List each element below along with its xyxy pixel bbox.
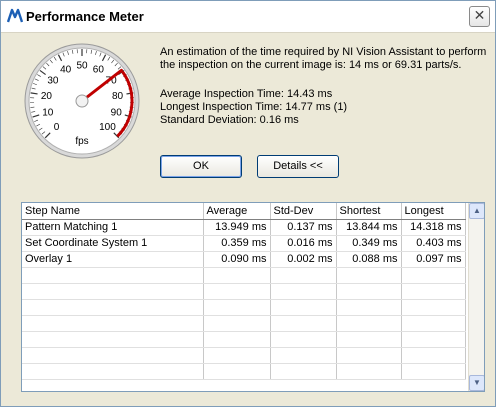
table-cell-empty	[401, 299, 466, 316]
table-cell: 0.090 ms	[203, 251, 271, 268]
ni-logo-icon	[7, 8, 23, 23]
ok-button[interactable]: OK	[160, 155, 242, 178]
table-row[interactable]: Set Coordinate System 1 0.359 ms 0.016 ms 0…	[22, 235, 466, 252]
table-cell-empty	[270, 331, 337, 348]
table-cell-empty	[203, 363, 271, 380]
table-row[interactable]: Pattern Matching 1 13.949 ms 0.137 ms 13.84…	[22, 219, 466, 236]
table-cell-empty	[336, 299, 402, 316]
table-cell-empty	[203, 283, 271, 300]
vertical-scrollbar[interactable]: ▲ ▼	[468, 203, 484, 391]
gauge-tick-label: 10	[42, 108, 54, 119]
table-cell-empty	[270, 315, 337, 332]
standard-deviation: Standard Deviation: 0.16 ms	[160, 114, 299, 126]
close-icon: ✕	[473, 8, 486, 24]
column-header-step-name[interactable]: Step Name	[22, 203, 204, 220]
table-cell: 14.318 ms	[401, 219, 466, 236]
table-cell-empty	[22, 363, 204, 380]
table-cell-empty	[203, 315, 271, 332]
table-row-empty[interactable]	[22, 331, 466, 348]
gauge-tick-label: 80	[112, 91, 124, 102]
scroll-down-button[interactable]: ▼	[469, 375, 484, 391]
table-cell-empty	[22, 315, 204, 332]
table-row-empty[interactable]	[22, 363, 466, 380]
table-cell-empty	[270, 363, 337, 380]
column-header-shortest[interactable]: Shortest	[336, 203, 402, 220]
table-cell: Overlay 1	[22, 251, 204, 268]
table-cell: Set Coordinate System 1	[22, 235, 204, 252]
table-cell-empty	[401, 315, 466, 332]
table-cell-empty	[203, 347, 271, 364]
table-cell-empty	[203, 331, 271, 348]
table-row[interactable]: Overlay 1 0.090 ms 0.002 ms 0.088 ms 0.097 m…	[22, 251, 466, 268]
table-cell-empty	[401, 283, 466, 300]
close-button[interactable]: ✕	[469, 6, 490, 27]
gauge-hub	[75, 94, 89, 108]
scroll-up-button[interactable]: ▲	[469, 203, 484, 219]
table-cell: 0.097 ms	[401, 251, 466, 268]
table-cell-empty	[336, 363, 402, 380]
table-cell-empty	[270, 267, 337, 284]
table-row-empty[interactable]	[22, 347, 466, 364]
estimation-info: An estimation of the time required by NI…	[160, 46, 490, 127]
table-cell-empty	[401, 267, 466, 284]
table-row-empty[interactable]	[22, 299, 466, 316]
gauge-tick-label: 50	[76, 61, 88, 72]
table-cell-empty	[270, 347, 337, 364]
table-cell: 13.844 ms	[336, 219, 402, 236]
table-cell: 0.349 ms	[336, 235, 402, 252]
details-button[interactable]: Details <<	[257, 155, 339, 178]
table-cell-empty	[336, 331, 402, 348]
gauge-tick-label: 60	[93, 64, 105, 75]
table-cell-empty	[22, 267, 204, 284]
table-cell: 0.088 ms	[336, 251, 402, 268]
gauge-tick-label: 20	[41, 91, 53, 102]
gauge-unit-label: fps	[75, 136, 88, 147]
table-cell-empty	[203, 299, 271, 316]
table-cell-empty	[336, 267, 402, 284]
gauge-tick-label: 30	[47, 75, 59, 86]
window-title: Performance Meter	[26, 9, 144, 24]
title-bar[interactable]: Performance Meter ✕	[1, 1, 495, 33]
table-cell-empty	[401, 363, 466, 380]
fps-gauge: 010203040 50 60708090100 fps	[24, 43, 140, 159]
table-cell-empty	[270, 299, 337, 316]
table-cell-empty	[336, 283, 402, 300]
table-cell: 0.137 ms	[270, 219, 337, 236]
table-row-empty[interactable]	[22, 267, 466, 284]
table-cell-empty	[336, 315, 402, 332]
table-cell-empty	[401, 347, 466, 364]
table-cell: 13.949 ms	[203, 219, 271, 236]
table-cell: Pattern Matching 1	[22, 219, 204, 236]
column-header-std-dev[interactable]: Std-Dev	[270, 203, 337, 220]
table-cell-empty	[22, 283, 204, 300]
gauge-tick-label: 100	[99, 122, 116, 133]
longest-inspection-time: Longest Inspection Time: 14.77 ms (1)	[160, 101, 348, 113]
table-row-empty[interactable]	[22, 283, 466, 300]
table-cell: 0.359 ms	[203, 235, 271, 252]
scroll-up-icon: ▲	[473, 206, 481, 215]
estimation-text-line2: the inspection on the current image is: …	[160, 59, 462, 71]
table-cell-empty	[22, 331, 204, 348]
scroll-down-icon: ▼	[473, 378, 481, 387]
step-timing-table[interactable]: Step Name Average Std-Dev Shortest Longe…	[21, 202, 485, 392]
table-cell: 0.002 ms	[270, 251, 337, 268]
gauge-tick-label: 40	[60, 64, 72, 75]
table-cell: 0.403 ms	[401, 235, 466, 252]
gauge-tick-label: 90	[111, 108, 123, 119]
table-cell-empty	[22, 299, 204, 316]
table-row-empty[interactable]	[22, 315, 466, 332]
table-cell-empty	[270, 283, 337, 300]
table-cell-empty	[22, 347, 204, 364]
estimation-text-line1: An estimation of the time required by NI…	[160, 46, 487, 58]
column-header-longest[interactable]: Longest	[401, 203, 466, 220]
column-header-average[interactable]: Average	[203, 203, 271, 220]
table-cell: 0.016 ms	[270, 235, 337, 252]
table-cell-empty	[203, 267, 271, 284]
table-header-row: Step Name Average Std-Dev Shortest Longe…	[22, 203, 466, 220]
average-inspection-time: Average Inspection Time: 14.43 ms	[160, 88, 333, 100]
performance-meter-window: Performance Meter ✕ 0 10 20 30 40 50 60 70 80 90 1…	[0, 0, 496, 407]
gauge-tick-label: 0	[54, 122, 60, 133]
table-cell-empty	[336, 347, 402, 364]
table-cell-empty	[401, 331, 466, 348]
